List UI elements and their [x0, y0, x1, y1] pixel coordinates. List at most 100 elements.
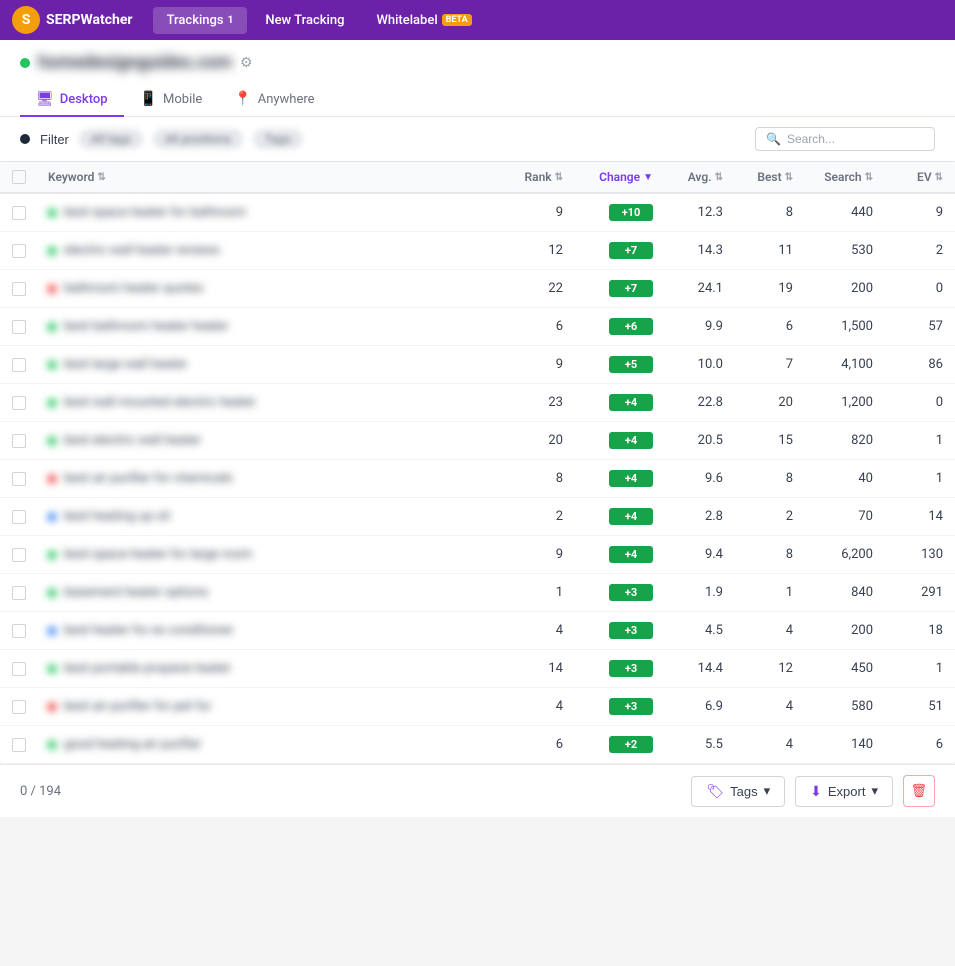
keyword-text: best air purifier for chemicals [48, 471, 233, 486]
th-best[interactable]: Best ⇅ [723, 170, 793, 184]
row-change-cell: +4 [563, 432, 653, 449]
filter-tag-all-positions[interactable]: All positions [153, 129, 243, 149]
row-best-cell: 8 [723, 205, 793, 220]
row-keyword-cell: best air purifier for pet fur [48, 699, 483, 714]
row-keyword-cell: best wall mounted electric heater [48, 395, 483, 410]
domain-settings-icon[interactable]: ⚙ [240, 55, 253, 71]
row-ev-cell: 9 [873, 205, 943, 220]
row-checkbox-cell [12, 510, 48, 524]
row-checkbox-cell [12, 282, 48, 296]
keyword-dot [48, 513, 56, 521]
row-ev-cell: 0 [873, 281, 943, 296]
row-best-cell: 20 [723, 395, 793, 410]
th-change[interactable]: Change ▼ [563, 170, 653, 184]
change-badge: +4 [609, 394, 653, 411]
row-checkbox-cell [12, 738, 48, 752]
table-row: electric wall heater reviews 12 +7 14.3 … [0, 232, 955, 270]
row-rank-cell: 4 [483, 623, 563, 638]
th-change-label: Change [599, 170, 640, 184]
row-checkbox[interactable] [12, 738, 26, 752]
row-search-cell: 70 [793, 509, 873, 524]
filter-tag-all-tags[interactable]: All tags [79, 129, 143, 149]
row-avg-cell: 24.1 [653, 281, 723, 296]
row-rank-cell: 9 [483, 547, 563, 562]
nav-item-trackings[interactable]: Trackings 1 [153, 7, 248, 34]
row-change-cell: +3 [563, 660, 653, 677]
export-button[interactable]: ⬇ Export ▾ [795, 776, 893, 807]
tab-desktop-label: Desktop [60, 92, 108, 107]
top-navigation: S SERPWatcher Trackings 1 New Tracking W… [0, 0, 955, 40]
row-avg-cell: 10.0 [653, 357, 723, 372]
logo[interactable]: S SERPWatcher [12, 6, 133, 34]
tags-button[interactable]: 🏷 Tags ▾ [691, 776, 785, 807]
tab-anywhere[interactable]: 📍 Anywhere [218, 83, 330, 117]
change-badge: +6 [609, 318, 653, 335]
row-keyword-cell: best heating up oil [48, 509, 483, 524]
row-best-cell: 4 [723, 699, 793, 714]
row-change-cell: +7 [563, 242, 653, 259]
select-all-checkbox[interactable] [12, 170, 26, 184]
row-best-cell: 4 [723, 737, 793, 752]
row-avg-cell: 6.9 [653, 699, 723, 714]
th-keyword[interactable]: Keyword ⇅ [48, 170, 483, 184]
row-change-cell: +4 [563, 394, 653, 411]
tab-desktop[interactable]: 🖥 Desktop [20, 83, 124, 117]
row-change-cell: +2 [563, 736, 653, 753]
th-ev-sort-icon: ⇅ [935, 172, 943, 183]
table-row: basement heater options 1 +3 1.9 1 840 2… [0, 574, 955, 612]
th-best-sort-icon: ⇅ [785, 172, 793, 183]
nav-item-whitelabel[interactable]: Whitelabel BETA [362, 7, 485, 34]
row-checkbox-cell [12, 662, 48, 676]
trackings-count: 1 [228, 15, 234, 26]
keyword-text: best heating up oil [48, 509, 170, 524]
row-checkbox[interactable] [12, 700, 26, 714]
row-change-cell: +5 [563, 356, 653, 373]
row-search-cell: 200 [793, 623, 873, 638]
th-rank[interactable]: Rank ⇅ [483, 170, 563, 184]
row-ev-cell: 6 [873, 737, 943, 752]
th-avg[interactable]: Avg. ⇅ [653, 170, 723, 184]
filter-tag-tags[interactable]: Tags [253, 129, 303, 149]
row-checkbox[interactable] [12, 624, 26, 638]
row-checkbox[interactable] [12, 244, 26, 258]
whitelabel-badge: BETA [442, 14, 472, 26]
keyword-dot [48, 741, 56, 749]
row-checkbox[interactable] [12, 434, 26, 448]
row-avg-cell: 1.9 [653, 585, 723, 600]
row-checkbox[interactable] [12, 396, 26, 410]
th-ev[interactable]: EV ⇅ [873, 170, 943, 184]
search-input[interactable] [787, 132, 924, 146]
th-search[interactable]: Search ⇅ [793, 170, 873, 184]
table-row: best space heater for bathroom 9 +10 12.… [0, 194, 955, 232]
row-checkbox[interactable] [12, 282, 26, 296]
change-badge: +2 [609, 736, 653, 753]
row-ev-cell: 14 [873, 509, 943, 524]
keyword-text: best heater for ex conditioner [48, 623, 234, 638]
row-checkbox[interactable] [12, 510, 26, 524]
row-checkbox[interactable] [12, 320, 26, 334]
tab-mobile[interactable]: 📱 Mobile [124, 83, 219, 117]
row-ev-cell: 86 [873, 357, 943, 372]
row-best-cell: 12 [723, 661, 793, 676]
row-checkbox[interactable] [12, 206, 26, 220]
th-change-sort-icon: ▼ [643, 172, 653, 183]
filter-button[interactable]: Filter [40, 132, 69, 147]
th-checkbox[interactable] [12, 170, 48, 184]
change-badge: +3 [609, 698, 653, 715]
row-checkbox[interactable] [12, 358, 26, 372]
table-header: Keyword ⇅ Rank ⇅ Change ▼ Avg. ⇅ Best ⇅ … [0, 162, 955, 194]
row-checkbox[interactable] [12, 472, 26, 486]
row-ev-cell: 1 [873, 661, 943, 676]
row-avg-cell: 22.8 [653, 395, 723, 410]
row-keyword-cell: best air purifier for chemicals [48, 471, 483, 486]
table-row: best wall mounted electric heater 23 +4 … [0, 384, 955, 422]
row-checkbox[interactable] [12, 662, 26, 676]
row-ev-cell: 0 [873, 395, 943, 410]
row-checkbox[interactable] [12, 586, 26, 600]
delete-button[interactable]: 🗑 [903, 775, 935, 807]
row-best-cell: 1 [723, 585, 793, 600]
row-checkbox[interactable] [12, 548, 26, 562]
nav-item-new-tracking[interactable]: New Tracking [251, 7, 358, 34]
tab-anywhere-label: Anywhere [258, 92, 315, 107]
row-ev-cell: 18 [873, 623, 943, 638]
